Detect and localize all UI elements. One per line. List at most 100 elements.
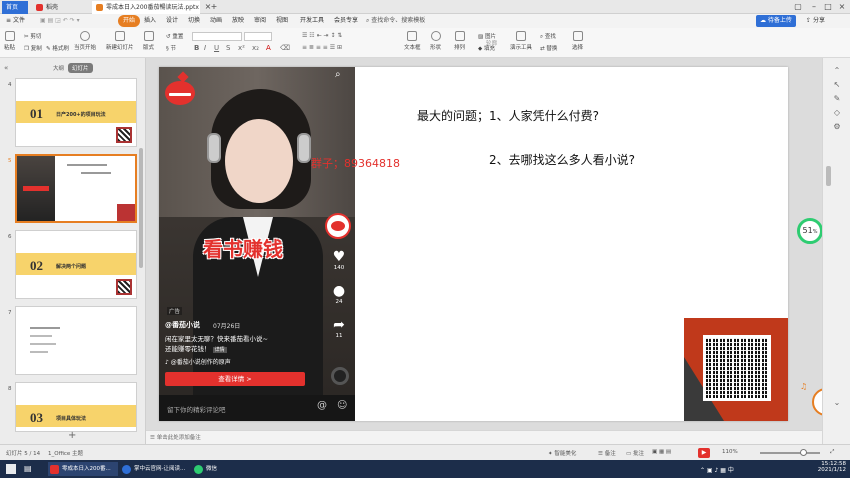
slide-thumbnail-6[interactable]: 02 解决两个问题 xyxy=(15,230,137,299)
outline-button[interactable]: 轮廓 xyxy=(486,39,497,47)
contact-text[interactable]: 群子；89364818 xyxy=(311,155,400,171)
bold-icon[interactable]: B xyxy=(194,44,199,52)
paste-button[interactable]: 粘贴 xyxy=(4,31,15,51)
from-current-button[interactable]: 当页开始 xyxy=(74,31,96,51)
mention-icon[interactable]: @ xyxy=(317,400,327,411)
thumbnail-scrollbar[interactable] xyxy=(139,148,143,268)
italic-icon[interactable]: I xyxy=(204,44,206,52)
comment-button[interactable]: ● 24 xyxy=(327,283,351,305)
taskbar-wechat[interactable]: 微信 xyxy=(192,462,232,476)
layout-button[interactable]: 版式 xyxy=(143,31,154,51)
windows-start-icon[interactable] xyxy=(6,464,16,474)
select-button[interactable]: 选择 xyxy=(572,31,583,51)
settings-icon[interactable]: ⚙ xyxy=(832,122,842,132)
new-tab-icon[interactable]: + xyxy=(208,1,220,13)
font-size-field[interactable] xyxy=(244,32,272,41)
task-view-icon[interactable]: ▤ xyxy=(24,464,32,473)
font-color-icon[interactable]: A xyxy=(266,44,271,52)
select-tool-icon[interactable]: ↖ xyxy=(832,80,842,90)
question-2[interactable]: 2、去哪找这么多人看小说? xyxy=(489,151,635,168)
slide-thumbnail-8[interactable]: 03 项目具体玩法 xyxy=(15,382,137,432)
tab-outline[interactable]: 大纲 xyxy=(53,64,64,72)
canvas-scrollbar[interactable] xyxy=(826,166,831,186)
tray-clock[interactable]: 15:12:58 2021/1/12 xyxy=(810,461,846,473)
menu-item-review[interactable]: 审阅 xyxy=(254,15,266,27)
find-button[interactable]: ⌕ 查找 xyxy=(540,32,556,41)
zoom-slider[interactable] xyxy=(760,452,820,454)
tab-home[interactable]: 首页 xyxy=(2,1,28,14)
like-button[interactable]: ♥ 140 xyxy=(327,249,351,271)
menu-item-slideshow[interactable]: 放映 xyxy=(232,15,244,27)
clear-format-icon[interactable]: ⌫ xyxy=(280,44,290,52)
comments-button[interactable]: ▭ 批注 xyxy=(626,449,644,457)
tab-document[interactable]: 零成本日入200番茄暢读玩法.pptx xyxy=(92,1,200,14)
slide-thumbnail-7[interactable] xyxy=(15,306,137,375)
slide[interactable]: ⌕ 看书赚钱 ♥ 140 ● 24 ➦ 11 广告 @番茄小说 07月26日 闲在家里… xyxy=(159,67,788,421)
textbox-button[interactable]: 文本框 xyxy=(404,31,421,51)
comment-input[interactable]: 留下你的精彩评论吧 xyxy=(167,404,226,414)
menu-item-insert[interactable]: 插入 xyxy=(144,15,156,27)
pen-icon[interactable]: ✎ xyxy=(832,94,842,104)
question-1[interactable]: 最大的问题；1、人家凭什么付费? xyxy=(417,107,599,124)
menu-item-start[interactable]: 开始 xyxy=(118,15,141,27)
collapse-panel-icon[interactable]: « xyxy=(4,64,8,72)
close-window-icon[interactable]: × xyxy=(836,1,848,13)
beautify-button[interactable]: ✦ 智能美化 xyxy=(548,449,576,457)
add-slide-icon[interactable]: + xyxy=(68,430,76,441)
share-button[interactable]: ⇪ 分享 xyxy=(806,15,825,27)
align-icons[interactable]: ≡ ≣ ≡ ≡ ☰ ⊞ xyxy=(302,44,342,51)
arrange-button[interactable]: 排列 xyxy=(454,31,465,51)
cut-button[interactable]: ✂ 剪切 xyxy=(24,32,41,40)
notes-button[interactable]: ☰ 备注 xyxy=(598,449,616,457)
file-menu[interactable]: ≡ 文件 xyxy=(6,15,25,27)
view-details-button[interactable]: 查看详情 > xyxy=(165,372,305,386)
fit-window-icon[interactable]: ⤢ xyxy=(830,449,834,456)
sound-line[interactable]: ♪ @番茄小说创作的原声 xyxy=(165,357,231,366)
underline-icon[interactable]: U xyxy=(214,44,219,52)
menu-item-developer[interactable]: 开发工具 xyxy=(300,15,324,27)
view-mode-icons[interactable]: ▣ ▦ ▤ xyxy=(652,449,671,455)
menu-item-design[interactable]: 设计 xyxy=(166,15,178,27)
arrow-up-icon[interactable]: ⌃ xyxy=(832,66,842,76)
menu-item-animation[interactable]: 动画 xyxy=(210,15,222,27)
search-command[interactable]: ⌕ 查找命令、搜索模板 xyxy=(366,15,425,27)
tray-icons[interactable]: ⌃ ▣ ♪ ▦ 中 xyxy=(700,465,734,474)
arrow-down-icon[interactable]: ⌄ xyxy=(832,398,842,408)
menu-item-transition[interactable]: 切换 xyxy=(188,15,200,27)
section-button[interactable]: § 节 xyxy=(166,44,176,52)
window-layout-icon[interactable]: ▢ xyxy=(792,1,804,13)
slide-show-tools-button[interactable]: 演示工具 xyxy=(510,31,532,51)
share-button[interactable]: ➦ 11 xyxy=(327,317,351,339)
tab-slides[interactable]: 幻灯片 xyxy=(68,63,93,73)
emoji-icon[interactable]: ☺ xyxy=(337,400,347,411)
play-slideshow-button[interactable]: ▶ xyxy=(698,448,710,458)
subscript-icon[interactable]: x₂ xyxy=(252,44,259,52)
format-painter-button[interactable]: ✎ 格式刷 xyxy=(46,44,69,52)
menu-item-view[interactable]: 视图 xyxy=(276,15,288,27)
notes-area[interactable]: ☰ 单击此处添加备注 xyxy=(146,430,822,444)
search-icon[interactable]: ⌕ xyxy=(335,69,341,80)
account-name[interactable]: @番茄小说 xyxy=(165,320,200,330)
upload-button[interactable]: ☁ 待备上传 xyxy=(756,15,796,27)
slide-thumbnail-5[interactable] xyxy=(15,154,137,223)
slide-thumbnail-4[interactable]: 01 日产200+的项目玩法 xyxy=(15,78,137,147)
zoom-slider-thumb[interactable] xyxy=(800,449,807,456)
shape-tool-icon[interactable]: ◇ xyxy=(832,108,842,118)
tab-daoke[interactable]: 稻壳 xyxy=(32,1,82,14)
maximize-icon[interactable]: □ xyxy=(822,1,834,13)
strikethrough-icon[interactable]: S xyxy=(226,44,230,52)
taskbar-wps[interactable]: 零成本日入200番... xyxy=(48,462,118,476)
shape-button[interactable]: 形状 xyxy=(430,31,441,51)
copy-button[interactable]: ❐ 复制 xyxy=(24,44,42,52)
music-disc-icon[interactable] xyxy=(331,367,349,385)
font-name-field[interactable] xyxy=(192,32,242,41)
taskbar-browser[interactable]: 掌中云官网-让阅读... xyxy=(120,462,190,476)
reset-button[interactable]: ↺ 重置 xyxy=(166,32,183,40)
performance-badge[interactable]: 51% xyxy=(797,218,823,244)
quick-access-icons[interactable]: ▣ ▤ ◲ ↶ ↷ ▾ xyxy=(40,15,80,27)
replace-button[interactable]: ⇄ 替换 xyxy=(540,44,557,52)
menu-item-member[interactable]: 会员专享 xyxy=(334,15,358,27)
detail-tag[interactable]: 详情 xyxy=(212,347,227,353)
superscript-icon[interactable]: x² xyxy=(238,44,245,52)
minimize-icon[interactable]: – xyxy=(808,1,820,13)
